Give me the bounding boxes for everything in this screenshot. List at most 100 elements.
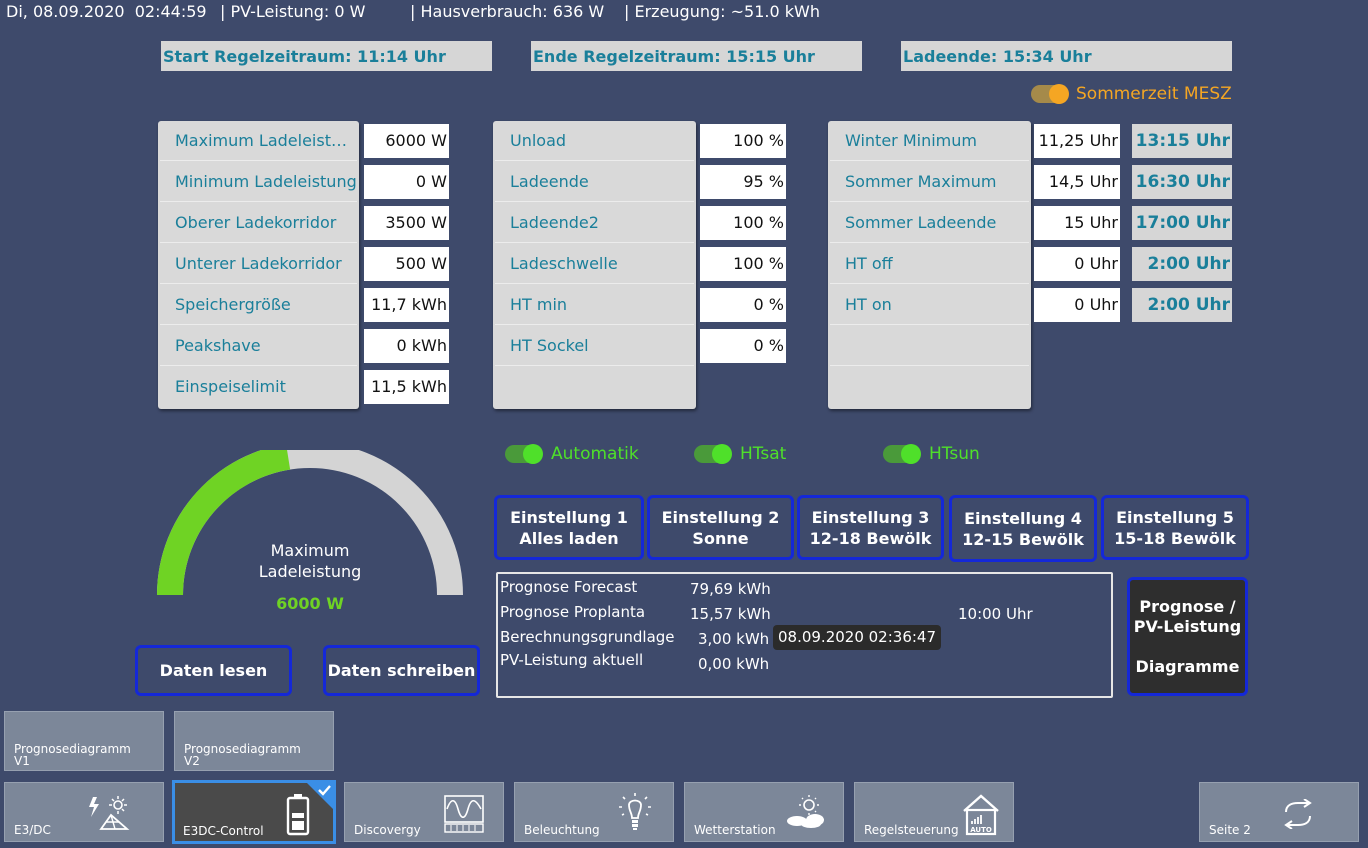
info-label-pv-aktuell: PV-Leistung aktuell [500, 651, 644, 669]
daten-lesen-button[interactable]: Daten lesen [135, 645, 292, 696]
gauge-label: Maximum Ladeleistung [220, 540, 400, 582]
einstellung-4-subtitle: 12-15 Bewölk [962, 529, 1084, 549]
toggle-knob [901, 444, 921, 464]
house-auto-icon: AUTO [963, 794, 999, 836]
input-oberer-ladekorridor[interactable]: 3500 W [364, 206, 449, 240]
label-ht-min: HT min [495, 285, 694, 325]
input-maximum-ladeleistung[interactable]: 6000 W [364, 124, 449, 158]
einstellung-5-button[interactable]: Einstellung 5 15-18 Bewölk [1101, 495, 1249, 560]
solar-panel-icon [89, 796, 130, 830]
status-erzeugung: | Erzeugung: ~51.0 kWh [624, 2, 820, 21]
panel-zeiten: Winter Minimum Sommer Maximum Sommer Lad… [828, 121, 1031, 409]
input-ladeende2[interactable]: 100 % [700, 206, 786, 240]
label-unload: Unload [495, 121, 694, 161]
nav-wetterstation[interactable]: Wetterstation [684, 782, 844, 842]
tile-label: Wetterstation [694, 823, 776, 837]
meter-icon [444, 795, 484, 833]
toggle-knob [1049, 84, 1069, 104]
tile-label: Discovergy [354, 823, 421, 837]
label-sommer-ladeende: Sommer Ladeende [830, 203, 1029, 243]
einstellung-5-subtitle: 15-18 Bewölk [1114, 528, 1236, 548]
input-ht-sockel[interactable]: 0 % [700, 329, 786, 363]
input-speichergroesse[interactable]: 11,7 kWh [364, 288, 449, 322]
toggle-knob [523, 444, 543, 464]
gauge-value: 6000 W [276, 594, 344, 613]
label-ladeschwelle: Ladeschwelle [495, 244, 694, 284]
tile-label: Seite 2 [1209, 823, 1251, 837]
weather-icon [787, 795, 824, 828]
tile-label: Regelsteuerung [864, 823, 959, 837]
empty-row [830, 326, 1029, 366]
prognose-diagramme-button[interactable]: Prognose / PV-Leistung Diagramme [1127, 577, 1248, 696]
label-ht-on: HT on [830, 285, 1029, 325]
htsat-toggle[interactable] [694, 444, 732, 464]
nav-prognosediagramm-v2[interactable]: Prognosediagramm V2 [174, 711, 334, 771]
tile-label-line2: V1 [14, 754, 30, 768]
einstellung-3-title: Einstellung 3 [811, 507, 930, 527]
label-peakshave: Peakshave [160, 326, 357, 366]
sommerzeit-label: Sommerzeit MESZ [1076, 84, 1232, 104]
einstellung-1-title: Einstellung 1 [510, 507, 628, 527]
label-unterer-ladekorridor: Unterer Ladekorridor [160, 244, 357, 284]
input-ht-off[interactable]: 0 Uhr [1034, 247, 1120, 281]
status-datetime: Di, 08.09.2020 02:44:59 [6, 2, 207, 21]
input-sommer-ladeende[interactable]: 15 Uhr [1034, 206, 1120, 240]
htsat-label: HTsat [740, 444, 787, 464]
panel-ladeleistung: Maximum Ladeleistung Minimum Ladeleistun… [158, 121, 359, 409]
nav-e3dc-control[interactable]: E3DC-Control [172, 780, 336, 844]
tile-label-line1: Prognosediagramm [184, 742, 301, 756]
input-ht-min[interactable]: 0 % [700, 288, 786, 322]
tile-label-line1: Prognosediagramm [14, 742, 131, 756]
start-regelzeitraum: Start Regelzeitraum: 11:14 Uhr [161, 41, 492, 71]
einstellung-2-button[interactable]: Einstellung 2 Sonne [647, 495, 794, 560]
input-ht-on[interactable]: 0 Uhr [1034, 288, 1120, 322]
label-sommer-maximum: Sommer Maximum [830, 162, 1029, 202]
status-hausverbrauch: | Hausverbrauch: 636 W [410, 2, 605, 21]
gauge-label-line1: Maximum [270, 541, 350, 560]
input-unterer-ladekorridor[interactable]: 500 W [364, 247, 449, 281]
einstellung-1-button[interactable]: Einstellung 1 Alles laden [494, 495, 644, 560]
prognose-line2: PV-Leistung [1133, 616, 1242, 636]
nav-discovergy[interactable]: Discovergy [344, 782, 504, 842]
label-einspeiselimit: Einspeiselimit [175, 377, 286, 396]
input-ladeende[interactable]: 95 % [700, 165, 786, 199]
info-value-forecast: 79,69 kWh [690, 580, 771, 598]
prognose-line1: Prognose / [1139, 596, 1236, 616]
einstellung-3-button[interactable]: Einstellung 3 12-18 Bewölk [797, 495, 944, 560]
htsun-toggle[interactable] [883, 444, 921, 464]
input-peakshave[interactable]: 0 kWh [364, 329, 449, 363]
tile-label: Prognosediagramm V1 [14, 743, 131, 767]
info-label-forecast: Prognose Forecast [500, 578, 638, 596]
input-einspeiselimit[interactable]: 11,5 kWh [364, 370, 449, 404]
input-winter-minimum[interactable]: 11,25 Uhr [1034, 124, 1120, 158]
einstellung-2-subtitle: Sonne [692, 528, 749, 548]
tile-label: Prognosediagramm V2 [184, 743, 301, 767]
sommerzeit-toggle[interactable] [1031, 84, 1069, 104]
nav-e3dc[interactable]: E3/DC [4, 782, 164, 842]
tile-label: E3/DC [14, 823, 51, 837]
ende-regelzeitraum: Ende Regelzeitraum: 15:15 Uhr [531, 41, 862, 71]
input-ladeschwelle[interactable]: 100 % [700, 247, 786, 281]
automatik-toggle[interactable] [505, 444, 543, 464]
label-ht-sockel: HT Sockel [495, 326, 694, 366]
einstellung-2-title: Einstellung 2 [661, 507, 780, 527]
battery-icon [286, 794, 310, 836]
result-ht-off: 2:00 Uhr [1132, 247, 1232, 281]
swap-arrows-icon [1284, 799, 1312, 829]
info-label-berechnungsgrundlage: Berechnungsgrundlage [500, 628, 675, 646]
gauge-label-line2: Ladeleistung [258, 562, 362, 581]
nav-seite-2[interactable]: Seite 2 [1199, 782, 1359, 842]
nav-regelsteuerung[interactable]: AUTO Regelsteuerung [854, 782, 1014, 842]
tile-label: E3DC-Control [183, 824, 264, 838]
tile-label-line2: V2 [184, 754, 200, 768]
result-ht-on: 2:00 Uhr [1132, 288, 1232, 322]
daten-schreiben-button[interactable]: Daten schreiben [323, 645, 480, 696]
nav-prognosediagramm-v1[interactable]: Prognosediagramm V1 [4, 711, 164, 771]
einstellung-4-button[interactable]: Einstellung 4 12-15 Bewölk [949, 495, 1097, 562]
nav-beleuchtung[interactable]: Beleuchtung [514, 782, 674, 842]
info-value-pv-aktuell: 0,00 kWh [698, 655, 770, 673]
input-sommer-maximum[interactable]: 14,5 Uhr [1034, 165, 1120, 199]
input-minimum-ladeleistung[interactable]: 0 W [364, 165, 449, 199]
input-unload[interactable]: 100 % [700, 124, 786, 158]
svg-text:AUTO: AUTO [970, 826, 992, 834]
